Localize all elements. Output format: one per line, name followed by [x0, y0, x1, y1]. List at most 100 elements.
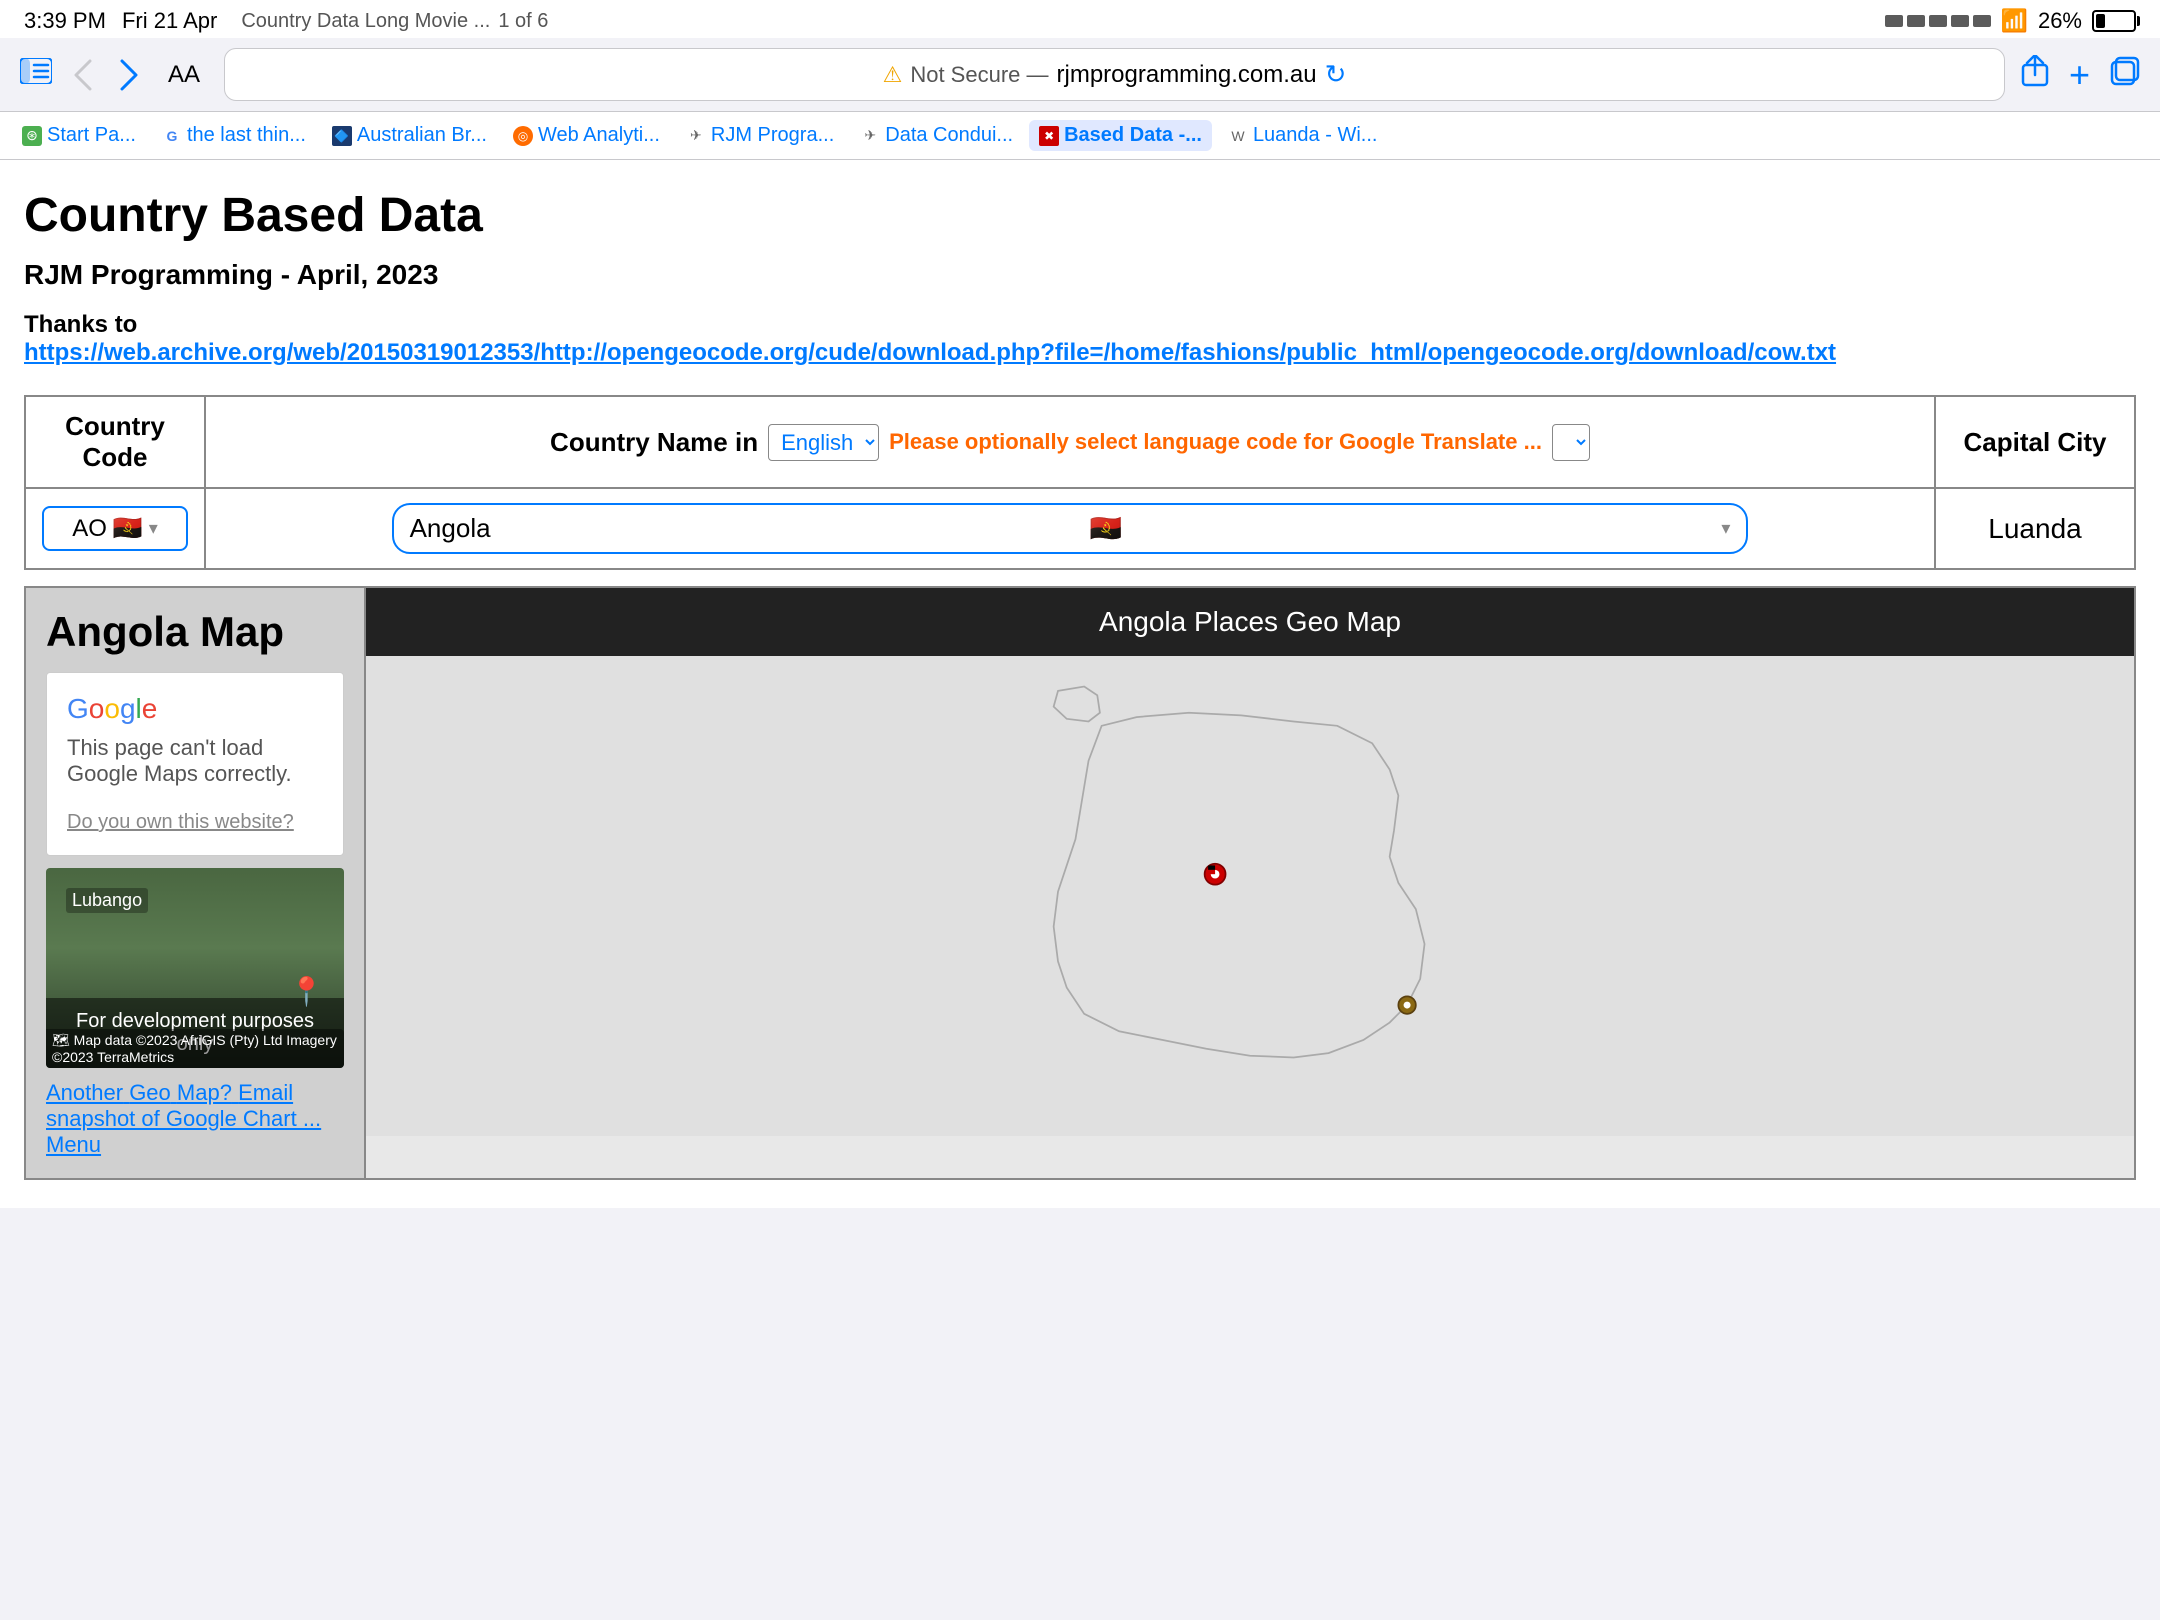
progress-seg-1	[1885, 15, 1903, 27]
bookmark-australian-br[interactable]: 🔷 Australian Br...	[322, 120, 497, 151]
table-header-row: Country Code Country Name in English Ple…	[25, 396, 2135, 488]
wifi-icon: 📶	[2001, 8, 2028, 34]
map-footer-links: Another Geo Map? Email snapshot of Googl…	[46, 1080, 344, 1158]
bookmark-favicon-aus: 🔷	[332, 126, 352, 146]
google-letter-o2: o	[104, 693, 120, 724]
thanks-text: Thanks to	[24, 311, 137, 338]
map-left: Angola Map Google This page can't load G…	[26, 588, 366, 1178]
map-link[interactable]: Map?	[177, 1080, 238, 1105]
language-select-google-translate[interactable]	[1552, 424, 1590, 461]
page-count: 1 of 6	[498, 10, 548, 33]
progress-seg-5	[1973, 15, 1991, 27]
col-header-capital-city: Capital City	[1935, 396, 2135, 488]
google-letter-g: G	[67, 693, 89, 724]
google-letter-e: e	[142, 693, 158, 724]
bookmark-based-data[interactable]: ✖ Based Data -...	[1029, 120, 1212, 151]
col-header-country-code: Country Code	[25, 396, 205, 488]
bookmarks-bar: ⊛ Start Pa... G the last thin... 🔷 Austr…	[0, 112, 2160, 160]
geo-map-header: Angola Places Geo Map	[366, 588, 2134, 656]
map-section: Angola Map Google This page can't load G…	[24, 586, 2136, 1180]
battery-percent: 26%	[2038, 8, 2082, 34]
bookmark-favicon-web: ◎	[513, 126, 533, 146]
battery-icon	[2092, 10, 2136, 32]
back-button[interactable]	[68, 53, 98, 97]
country-name-flag: 🇦🇴	[1090, 513, 1122, 544]
bookmark-label-rjm: RJM Progra...	[711, 124, 834, 147]
menu-link[interactable]: Menu	[46, 1132, 101, 1157]
country-code-select[interactable]: AO 🇦🇴 ▾	[42, 506, 188, 551]
aa-reader-button[interactable]: AA	[160, 57, 208, 93]
status-right: 📶 26%	[1885, 8, 2136, 34]
progress-seg-4	[1951, 15, 1969, 27]
map-right: Angola Places Geo Map	[366, 588, 2134, 1178]
bookmark-favicon-google: G	[162, 126, 182, 146]
col-header-country-name: Country Name in English Please optionall…	[205, 396, 1935, 488]
country-flag: 🇦🇴	[113, 514, 143, 543]
reload-button[interactable]: ↻	[1325, 59, 1347, 90]
bookmark-google[interactable]: G the last thin...	[152, 120, 316, 151]
geo-map-area	[366, 656, 2134, 1136]
google-error-link[interactable]: Do you own this website?	[67, 811, 294, 833]
sidebar-toggle-button[interactable]	[20, 58, 52, 92]
bookmark-favicon-rjm: ✈	[686, 126, 706, 146]
google-error-message: This page can't load Google Maps correct…	[67, 735, 323, 787]
angola-map-svg	[366, 656, 2134, 1136]
bookmark-label-aus: Australian Br...	[357, 124, 487, 147]
bookmark-data-condui[interactable]: ✈ Data Condui...	[850, 120, 1023, 151]
bookmark-favicon-luanda: W	[1228, 126, 1248, 146]
date: Fri 21 Apr	[122, 8, 217, 34]
map-marker-south	[1398, 996, 1415, 1013]
street-map-label: Lubango	[66, 888, 148, 913]
toolbar-right: +	[2021, 54, 2140, 96]
status-left: 3:39 PM Fri 21 Apr Country Data Long Mov…	[24, 8, 548, 34]
country-name-cell: Angola 🇦🇴 ▾	[205, 488, 1935, 569]
status-bar: 3:39 PM Fri 21 Apr Country Data Long Mov…	[0, 0, 2160, 38]
table-row: AO 🇦🇴 ▾ Angola 🇦🇴 ▾ Luanda	[25, 488, 2135, 569]
capital-city-cell: Luanda	[1935, 488, 2135, 569]
bookmark-rjm[interactable]: ✈ RJM Progra...	[676, 120, 844, 151]
bookmark-start-page[interactable]: ⊛ Start Pa...	[12, 120, 146, 151]
country-code-value: AO	[72, 515, 107, 543]
geo-link[interactable]: Geo	[129, 1080, 177, 1105]
language-hint-text: Please optionally select language code f…	[889, 429, 1542, 455]
map-link-text: Map?	[177, 1080, 232, 1105]
another-text: Another	[46, 1080, 123, 1105]
bookmark-label-datacondui: Data Condui...	[885, 124, 1013, 147]
google-logo: Google	[67, 693, 323, 725]
language-select-english[interactable]: English	[768, 424, 879, 461]
new-tab-button[interactable]: +	[2069, 54, 2090, 96]
google-letter-o1: o	[89, 693, 105, 724]
bookmark-label-baseddata: Based Data -...	[1064, 124, 1202, 147]
map-left-title: Angola Map	[46, 608, 344, 656]
progress-seg-3	[1929, 15, 1947, 27]
country-code-cell: AO 🇦🇴 ▾	[25, 488, 205, 569]
bookmark-favicon-datacondui: ✈	[860, 126, 880, 146]
progress-bar	[1885, 15, 1991, 27]
navigation-bar: AA ⚠ Not Secure — rjmprogramming.com.au …	[0, 38, 2160, 112]
url-text: rjmprogramming.com.au	[1057, 61, 1317, 89]
bookmark-label-web: Web Analyti...	[538, 124, 660, 147]
map-attribution: 🗺 Map data ©2023 AfriGIS (Pty) Ltd Image…	[52, 1032, 337, 1065]
country-name-select[interactable]: Angola 🇦🇴 ▾	[392, 503, 1749, 554]
google-letter-g2: g	[120, 693, 136, 724]
time: 3:39 PM	[24, 8, 106, 34]
thanks-link[interactable]: https://web.archive.org/web/201503190123…	[24, 339, 2136, 367]
forward-button[interactable]	[114, 53, 144, 97]
menu-link-text: Menu	[46, 1132, 101, 1157]
country-name-value: Angola	[410, 513, 491, 544]
page-progress: Country Data Long Movie ...	[241, 10, 490, 33]
share-button[interactable]	[2021, 55, 2049, 95]
another-geo-link[interactable]: Another	[46, 1080, 129, 1105]
data-table: Country Code Country Name in English Ple…	[24, 395, 2136, 570]
street-map-preview: Lubango For development purposes only 📍 …	[46, 868, 344, 1068]
bookmark-luanda[interactable]: W Luanda - Wi...	[1218, 120, 1388, 151]
page-subtitle: RJM Programming - April, 2023	[24, 259, 2136, 291]
map-marker-luanda	[1205, 864, 1226, 885]
bookmark-web-analytics[interactable]: ◎ Web Analyti...	[503, 120, 670, 151]
thanks-line: Thanks to https://web.archive.org/web/20…	[24, 311, 2136, 367]
country-name-chevron: ▾	[1721, 518, 1730, 539]
country-name-header-content: Country Name in English Please optionall…	[222, 424, 1918, 461]
address-bar[interactable]: ⚠ Not Secure — rjmprogramming.com.au ↻	[224, 48, 2005, 101]
geo-link-text: Geo	[129, 1080, 171, 1105]
tabs-button[interactable]	[2110, 56, 2140, 94]
